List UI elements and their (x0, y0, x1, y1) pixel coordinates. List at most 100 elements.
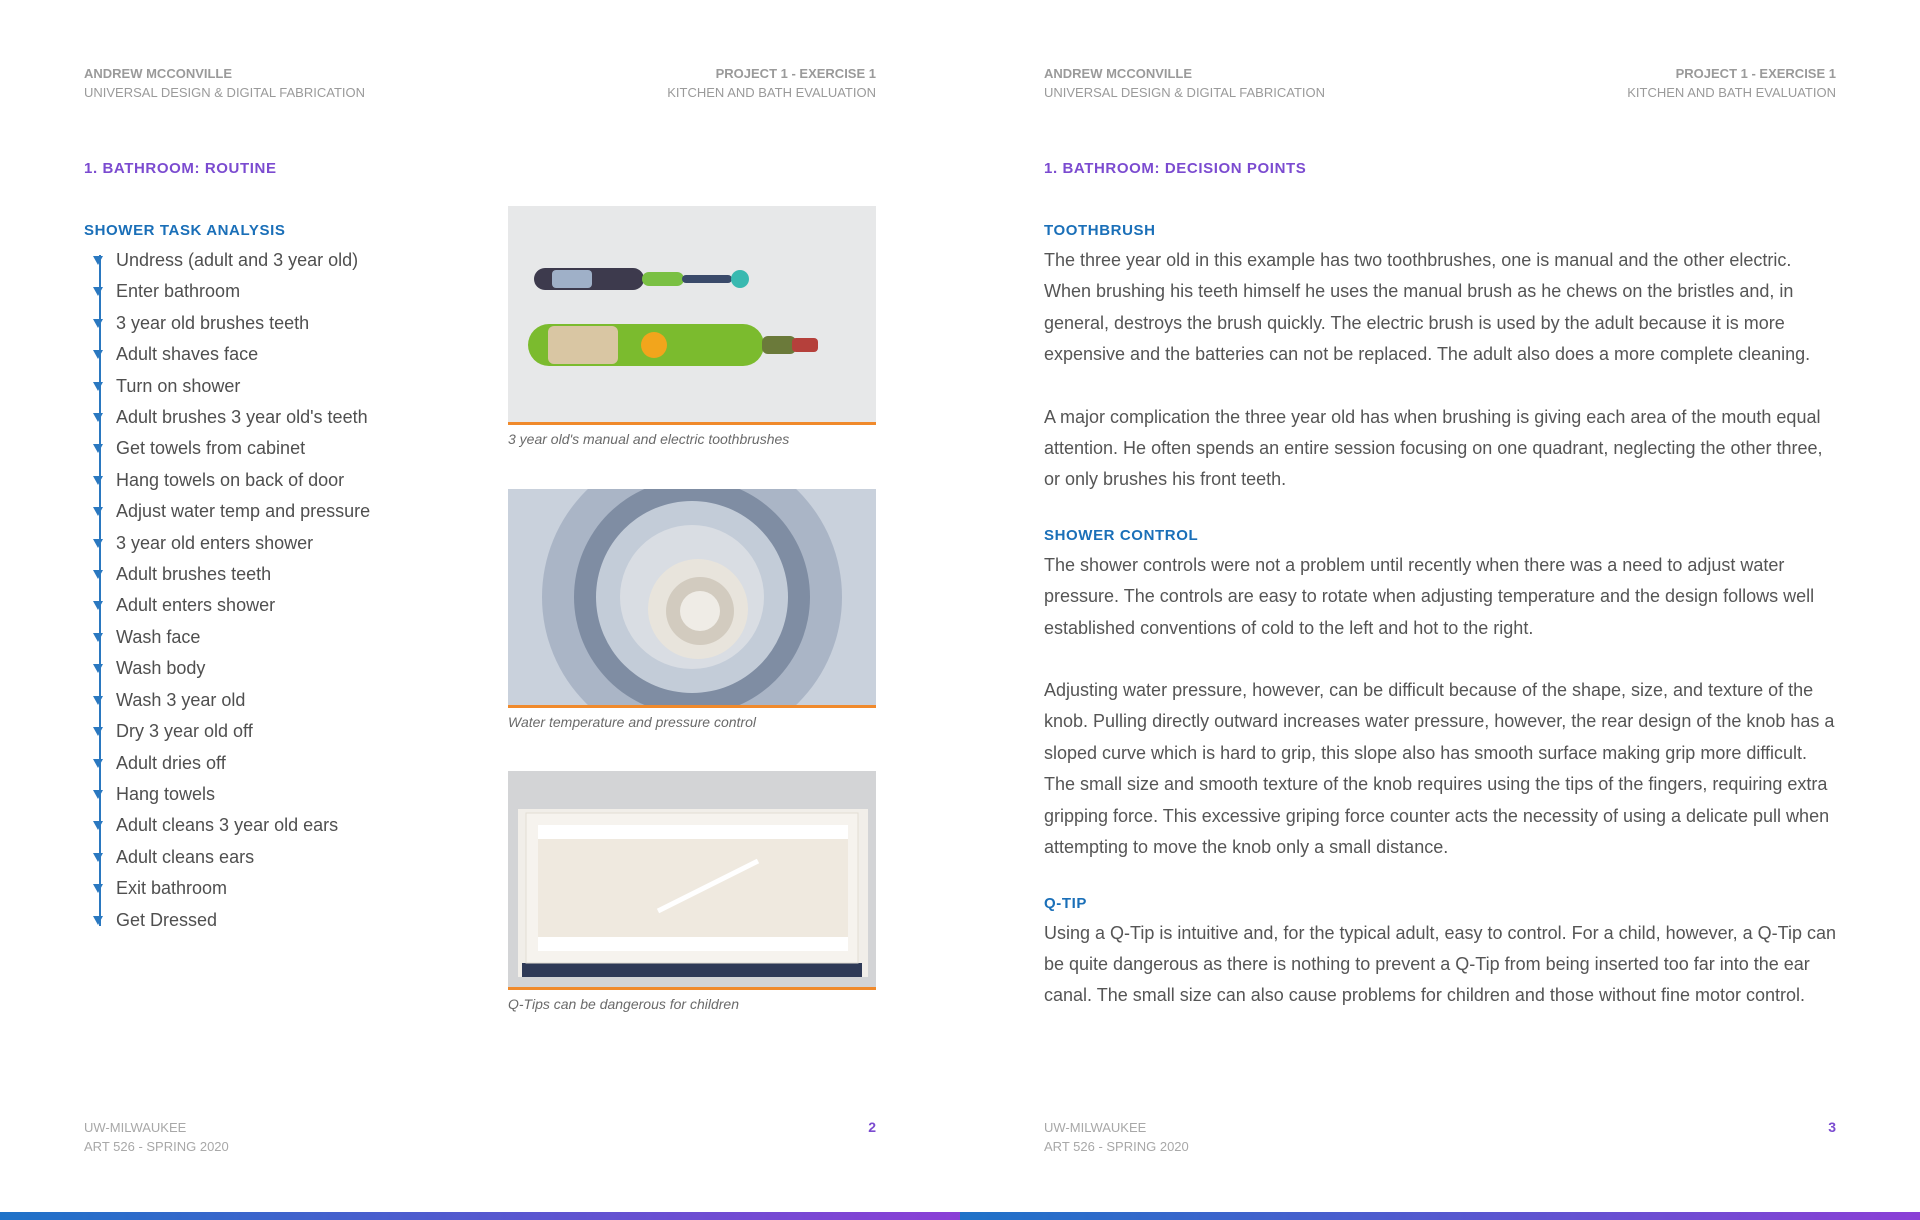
task-item: Adult shaves face (93, 339, 464, 370)
footer-left: UW-MILWAUKEE ART 526 - SPRING 2020 (1044, 1118, 1189, 1156)
author-name: ANDREW MCCONVILLE (84, 66, 233, 81)
task-label: 3 year old brushes teeth (116, 312, 310, 333)
section-title: 1. BATHROOM: ROUTINE (84, 160, 277, 177)
arrow-down-icon (93, 475, 103, 485)
evaluation-label: KITCHEN AND BATH EVALUATION (667, 85, 876, 100)
arrow-down-icon (93, 727, 103, 737)
arrow-down-icon (93, 413, 103, 423)
arrow-down-icon (93, 852, 103, 862)
task-item: Wash body (93, 653, 464, 684)
bottom-gradient-bar (0, 1212, 1920, 1220)
header-left: ANDREW MCCONVILLE UNIVERSAL DESIGN & DIG… (1044, 64, 1325, 102)
arrow-down-icon (93, 256, 103, 265)
task-item: Adjust water temp and pressure (93, 496, 464, 527)
task-label: Undress (adult and 3 year old) (116, 250, 359, 270)
page-number: 2 (868, 1119, 876, 1135)
task-item: Undress (adult and 3 year old) (93, 245, 464, 276)
toothbrush-paragraph-1: The three year old in this example has t… (1044, 250, 1811, 365)
task-item: Wash 3 year old (93, 685, 464, 716)
figure-caption: Water temperature and pressure control (508, 714, 756, 730)
task-label: Hang towels (116, 783, 216, 804)
toothbrushes-photo (508, 206, 876, 425)
footer-course: ART 526 - SPRING 2020 (1044, 1139, 1189, 1154)
arrow-down-icon (93, 570, 103, 580)
task-label: Adult brushes 3 year old's teeth (116, 407, 368, 428)
author-name: ANDREW MCCONVILLE (1044, 66, 1193, 81)
figure-shower-control: Water temperature and pressure control (508, 489, 876, 730)
task-label: Hang towels on back of door (116, 469, 345, 490)
task-item: 3 year old brushes teeth (93, 308, 464, 339)
task-label: Adult brushes teeth (116, 564, 272, 585)
task-label: Wash 3 year old (116, 689, 246, 710)
task-analysis: SHOWER TASK ANALYSIS Undress (adult and … (84, 222, 464, 936)
arrow-down-icon (93, 287, 103, 297)
arrow-down-icon (93, 507, 103, 517)
toothbrush-paragraph-2: A major complication the three year old … (1044, 406, 1823, 490)
task-label: Adult enters shower (116, 595, 276, 616)
task-label: Enter bathroom (116, 281, 241, 302)
arrow-down-icon (93, 884, 103, 894)
task-item: Exit bathroom (93, 873, 464, 904)
task-label: Dry 3 year old off (116, 721, 253, 742)
qtips-photo (508, 771, 876, 990)
task-label: Get Dressed (116, 909, 218, 930)
task-item: Turn on shower (93, 371, 464, 402)
qtip-heading: Q-TIP (1044, 894, 1087, 912)
arrow-down-icon (93, 821, 103, 831)
project-label: PROJECT 1 - EXERCISE 1 (715, 66, 876, 81)
task-item: Get Dressed (93, 905, 464, 936)
arrow-down-icon (93, 350, 103, 360)
shower-control-paragraph-1: The shower controls were not a problem u… (1044, 554, 1815, 638)
task-label: Adjust water temp and pressure (116, 501, 371, 522)
task-label: Adult shaves face (116, 344, 259, 365)
evaluation-label: KITCHEN AND BATH EVALUATION (1627, 85, 1836, 100)
arrow-down-icon (93, 538, 103, 548)
toothbrush-heading: TOOTHBRUSH (1044, 222, 1156, 239)
task-item: Adult dries off (93, 748, 464, 779)
course-title: UNIVERSAL DESIGN & DIGITAL FABRICATION (1044, 85, 1325, 100)
task-label: 3 year old enters shower (116, 532, 314, 553)
figure-caption: 3 year old's manual and electric toothbr… (508, 431, 790, 447)
arrow-down-icon (93, 915, 103, 925)
arrow-down-icon (93, 789, 103, 799)
header-right: PROJECT 1 - EXERCISE 1 KITCHEN AND BATH … (1627, 64, 1836, 102)
shower-control-heading: SHOWER CONTROL (1044, 526, 1199, 544)
task-item: Get towels from cabinet (93, 433, 464, 464)
task-item: Adult enters shower (93, 590, 464, 621)
shower-control-photo (508, 489, 876, 708)
task-label: Wash face (116, 626, 201, 647)
qtip-paragraph-1: Using a Q-Tip is intuitive and, for the … (1044, 922, 1837, 1006)
footer-school: UW-MILWAUKEE (1044, 1120, 1147, 1135)
task-label: Adult cleans ears (116, 846, 255, 867)
task-label: Get towels from cabinet (116, 438, 306, 459)
header-left: ANDREW MCCONVILLE UNIVERSAL DESIGN & DIG… (84, 64, 365, 102)
task-label: Adult cleans 3 year old ears (116, 815, 339, 836)
arrow-down-icon (93, 381, 103, 391)
task-analysis-heading: SHOWER TASK ANALYSIS (84, 222, 286, 239)
page-number: 3 (1828, 1119, 1836, 1135)
task-label: Wash body (116, 658, 206, 679)
task-label: Exit bathroom (116, 878, 228, 899)
figure-toothbrushes: 3 year old's manual and electric toothbr… (508, 206, 876, 447)
task-item: Adult cleans 3 year old ears (93, 810, 464, 841)
course-title: UNIVERSAL DESIGN & DIGITAL FABRICATION (84, 85, 365, 100)
figure-qtips: Q-Tips can be dangerous for children (508, 771, 876, 1012)
task-item: Dry 3 year old off (93, 716, 464, 747)
task-item: Hang towels (93, 779, 464, 810)
arrow-down-icon (93, 601, 103, 611)
task-item: Wash face (93, 622, 464, 653)
footer-school: UW-MILWAUKEE (84, 1120, 187, 1135)
task-item: Adult brushes 3 year old's teeth (93, 402, 464, 433)
arrow-down-icon (93, 632, 103, 642)
figure-caption: Q-Tips can be dangerous for children (508, 996, 739, 1012)
arrow-down-icon (93, 664, 103, 674)
task-item: Hang towels on back of door (93, 465, 464, 496)
task-item: 3 year old enters shower (93, 528, 464, 559)
left-page: ANDREW MCCONVILLE UNIVERSAL DESIGN & DIG… (0, 0, 960, 1212)
project-label: PROJECT 1 - EXERCISE 1 (1675, 66, 1836, 81)
task-list: Undress (adult and 3 year old) Enter bath… (84, 245, 464, 936)
shower-control-paragraph-2: Adjusting water pressure, however, can b… (1044, 680, 1835, 858)
arrow-down-icon (93, 444, 103, 454)
task-label: Adult dries off (116, 752, 226, 773)
task-item: Adult cleans ears (93, 842, 464, 873)
